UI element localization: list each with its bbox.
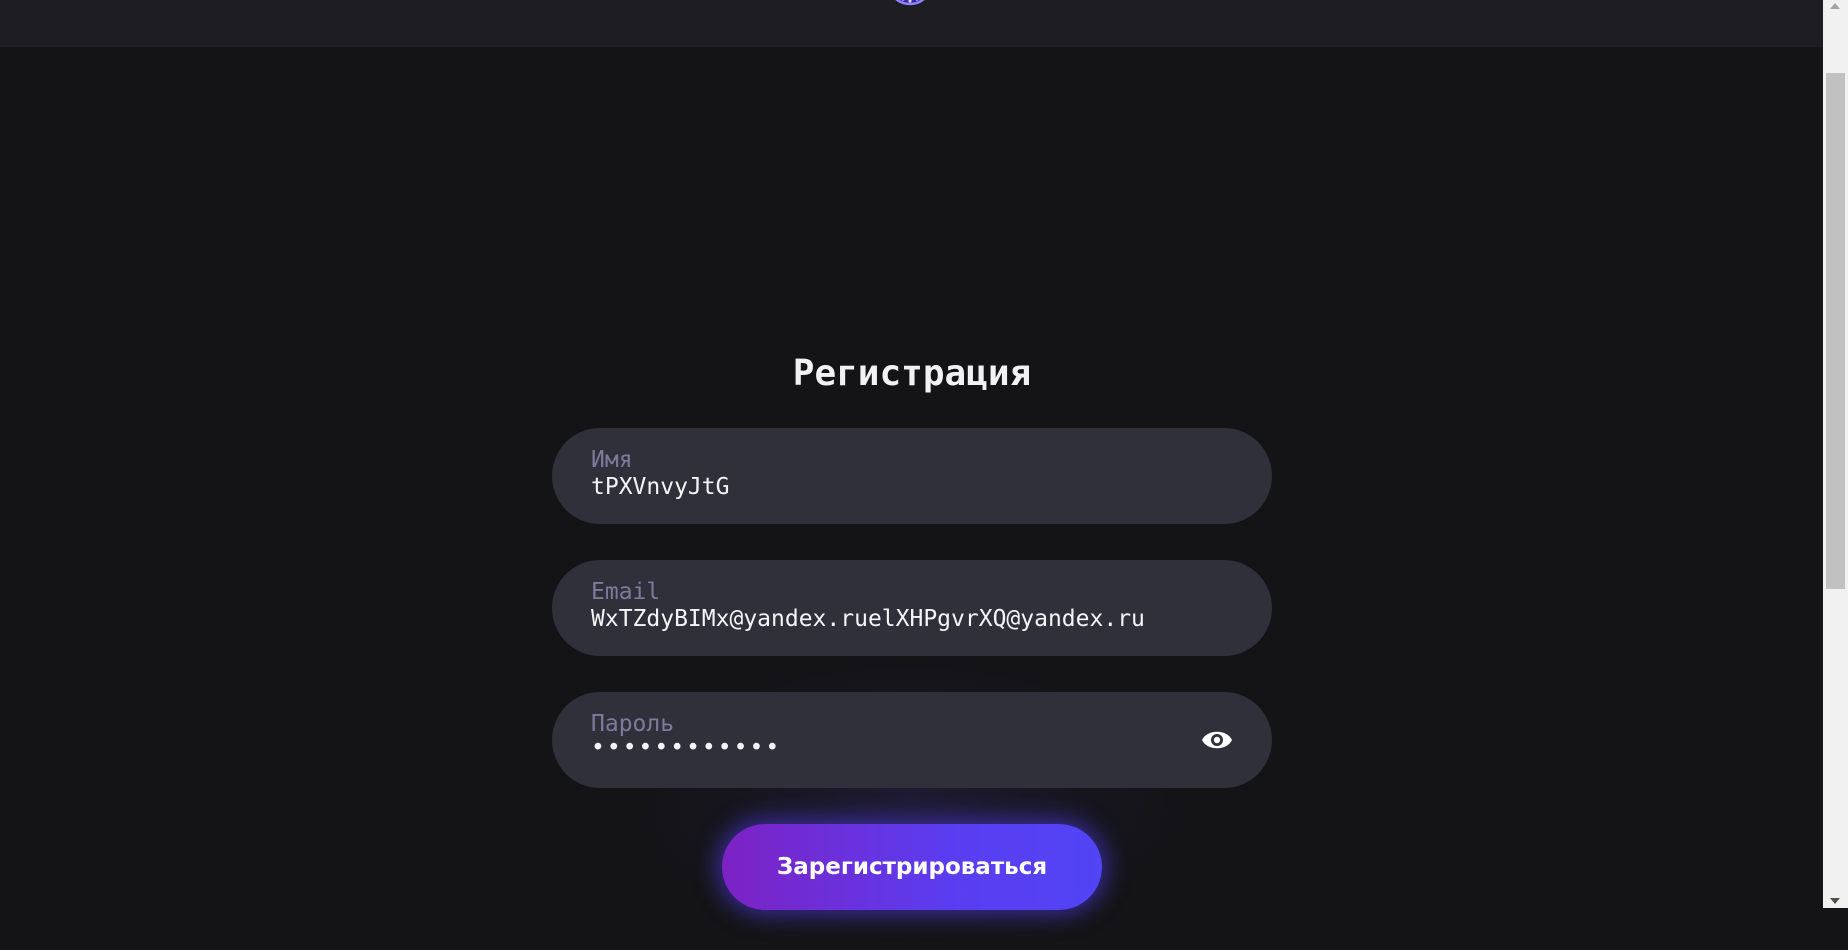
eye-icon[interactable] [1200, 724, 1234, 756]
scroll-thumb[interactable] [1826, 73, 1845, 589]
scroll-down-arrow-icon[interactable] [1830, 898, 1840, 904]
page-title: Регистрация [792, 353, 1032, 394]
vertical-scrollbar[interactable] [1823, 0, 1848, 908]
name-field-value[interactable]: tPXVnvyJtG [591, 473, 729, 501]
register-button[interactable]: Зарегистрироваться [722, 824, 1102, 910]
logo-circle-icon[interactable] [886, 0, 934, 8]
scroll-up-arrow-icon[interactable] [1830, 3, 1840, 9]
email-field[interactable]: Email WxTZdyBIMx@yandex.ruelXHPgvrXQ@yan… [552, 560, 1272, 656]
email-field-label: Email [591, 579, 661, 605]
email-field-value[interactable]: WxTZdyBIMx@yandex.ruelXHPgvrXQ@yandex.ru [591, 605, 1145, 633]
name-field-label: Имя [591, 447, 633, 473]
name-field[interactable]: Имя tPXVnvyJtG [552, 428, 1272, 524]
top-header [0, 0, 1823, 47]
password-field[interactable]: Пароль •••••••••••• [552, 692, 1272, 788]
password-field-value[interactable]: •••••••••••• [591, 734, 781, 762]
